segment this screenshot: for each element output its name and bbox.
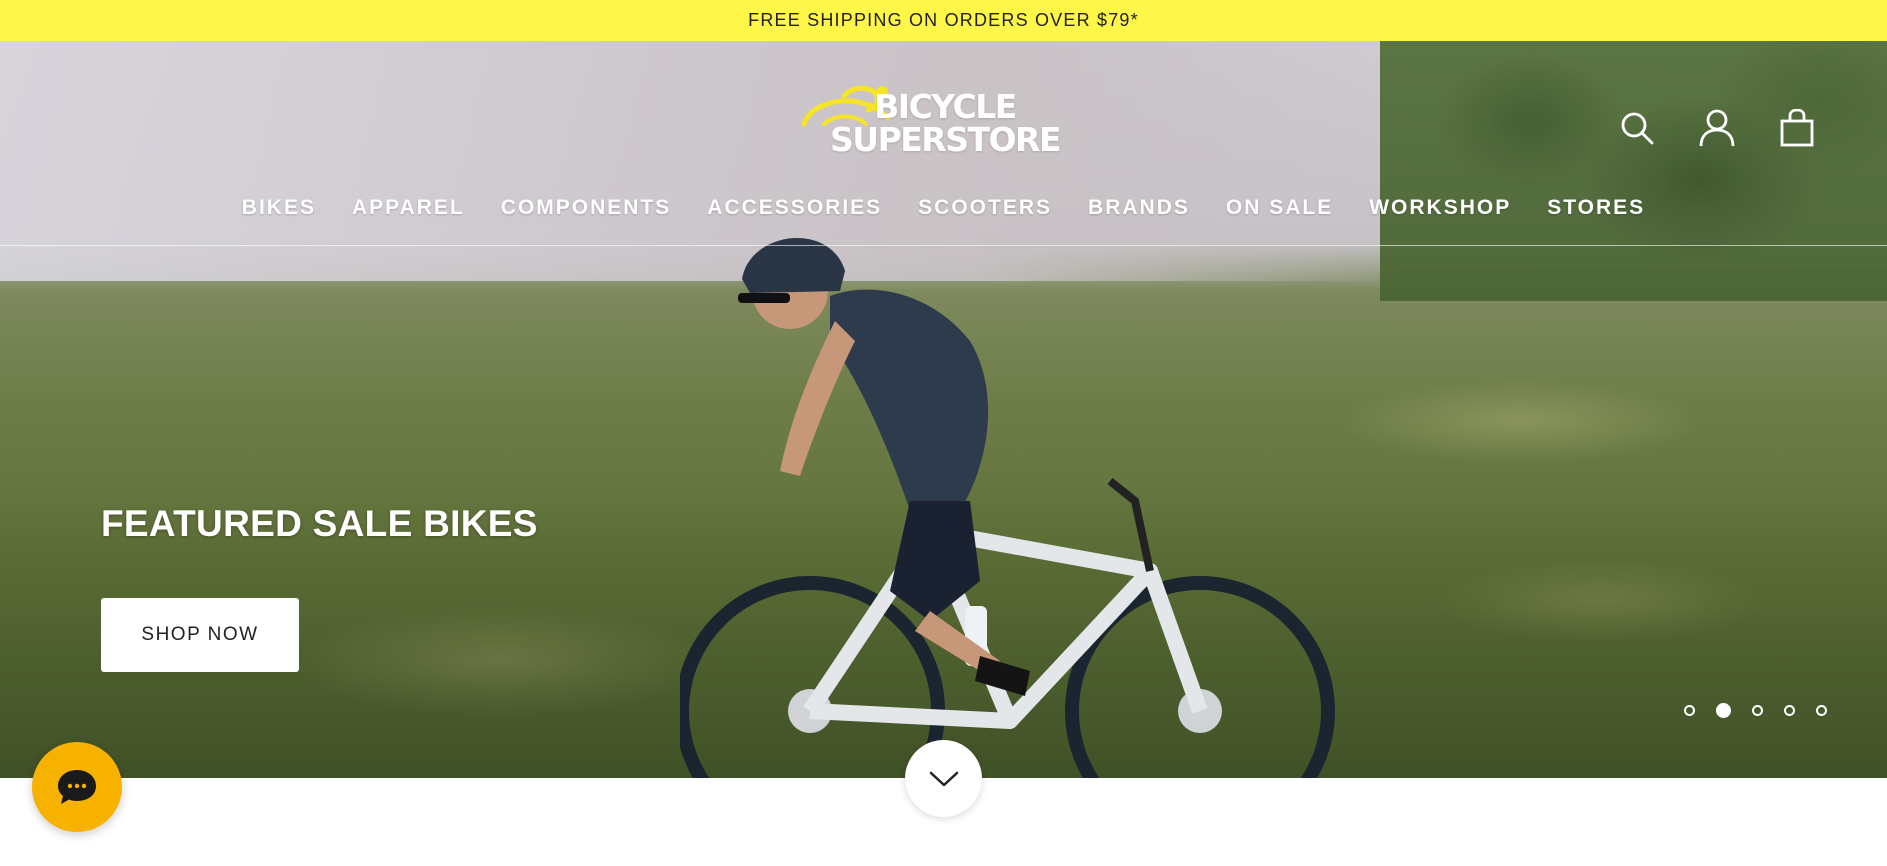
nav-item-on-sale[interactable]: ON SALE bbox=[1208, 193, 1351, 223]
carousel-dot-1[interactable] bbox=[1684, 705, 1695, 716]
logo-text: BICYCLE SUPERSTORE bbox=[830, 87, 1062, 159]
site-logo[interactable]: BICYCLE SUPERSTORE bbox=[780, 84, 1110, 156]
search-button[interactable] bbox=[1617, 108, 1657, 148]
nav-divider bbox=[0, 245, 1887, 246]
cart-button[interactable] bbox=[1777, 108, 1817, 148]
nav-item-apparel[interactable]: APPAREL bbox=[334, 193, 483, 223]
chevron-down-icon bbox=[929, 771, 958, 786]
carousel-dot-5[interactable] bbox=[1816, 705, 1827, 716]
nav-item-accessories[interactable]: ACCESSORIES bbox=[689, 193, 900, 223]
nav-item-components[interactable]: COMPONENTS bbox=[483, 193, 690, 223]
carousel-dot-4[interactable] bbox=[1784, 705, 1795, 716]
scroll-down-button[interactable] bbox=[905, 740, 982, 817]
rear-wheel bbox=[680, 576, 945, 778]
nav-item-scooters[interactable]: SCOOTERS bbox=[900, 193, 1070, 223]
nav-item-stores[interactable]: STORES bbox=[1529, 193, 1663, 223]
announcement-bar: FREE SHIPPING ON ORDERS OVER $79* bbox=[0, 0, 1887, 41]
main-nav: BIKES APPAREL COMPONENTS ACCESSORIES SCO… bbox=[0, 193, 1887, 223]
rider-jersey bbox=[830, 289, 989, 511]
cart-icon bbox=[1780, 109, 1814, 147]
hero-title: FEATURED SALE BIKES bbox=[101, 503, 538, 544]
carousel-dot-2[interactable] bbox=[1716, 703, 1731, 718]
nav-item-bikes[interactable]: BIKES bbox=[224, 193, 334, 223]
shop-now-button[interactable]: SHOP NOW bbox=[101, 598, 299, 672]
nav-item-brands[interactable]: BRANDS bbox=[1070, 193, 1208, 223]
bike-frame bbox=[803, 523, 1208, 729]
chat-widget-button[interactable] bbox=[32, 742, 122, 832]
carousel-dot-3[interactable] bbox=[1752, 705, 1763, 716]
rider-arm bbox=[780, 321, 855, 476]
hero-cyclist-image bbox=[680, 237, 1335, 778]
search-icon bbox=[1621, 112, 1654, 145]
rider-helmet bbox=[742, 237, 845, 293]
account-button[interactable] bbox=[1697, 108, 1737, 148]
account-icon bbox=[1699, 109, 1735, 147]
hero-background-foliage bbox=[1380, 41, 1887, 301]
carousel-pagination bbox=[1684, 703, 1827, 718]
chat-bubble-icon bbox=[58, 770, 96, 804]
announcement-text: FREE SHIPPING ON ORDERS OVER $79* bbox=[748, 10, 1139, 30]
rider-sunglasses bbox=[738, 293, 790, 303]
nav-item-workshop[interactable]: WORKSHOP bbox=[1351, 193, 1529, 223]
